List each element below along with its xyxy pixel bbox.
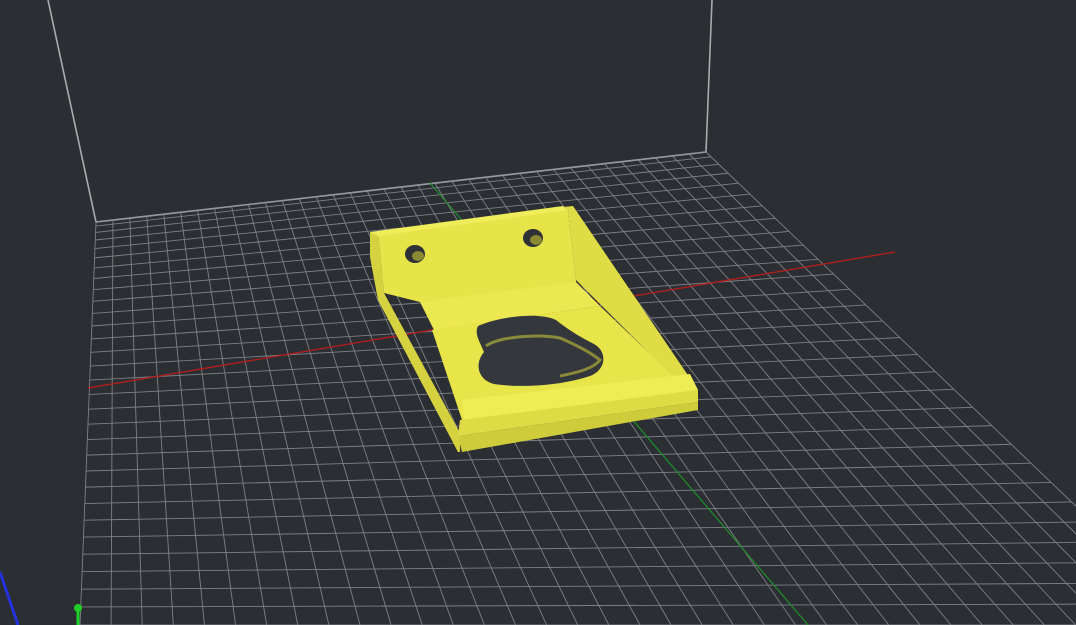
grid-line — [82, 562, 1076, 573]
grid-line — [671, 155, 1076, 564]
grid-line — [82, 541, 1076, 555]
scene-canvas[interactable] — [0, 0, 1076, 625]
grid-line — [95, 151, 707, 223]
axis-gizmo — [0, 571, 82, 625]
mounting-hole-right — [523, 229, 543, 247]
z-axis-gizmo-line — [0, 571, 20, 625]
back-left-vertical-edge — [47, 0, 97, 223]
3d-viewport[interactable] — [0, 0, 1076, 625]
grid-line — [110, 220, 114, 625]
grid-line — [129, 218, 143, 625]
grid-line — [83, 521, 1076, 538]
build-volume-edges — [47, 0, 713, 223]
grid-line — [84, 481, 1052, 504]
grid-line — [95, 156, 712, 227]
grid-line — [80, 603, 1076, 608]
mounting-hole-left — [405, 245, 425, 263]
grid-line — [637, 159, 1076, 625]
y-axis-gizmo-tip — [74, 604, 82, 612]
back-right-vertical-edge — [705, 0, 713, 153]
grid-line — [84, 501, 1072, 521]
grid-line — [705, 151, 1076, 507]
grid-line — [79, 221, 97, 625]
grid-line — [231, 206, 330, 625]
grid-line — [95, 163, 719, 233]
